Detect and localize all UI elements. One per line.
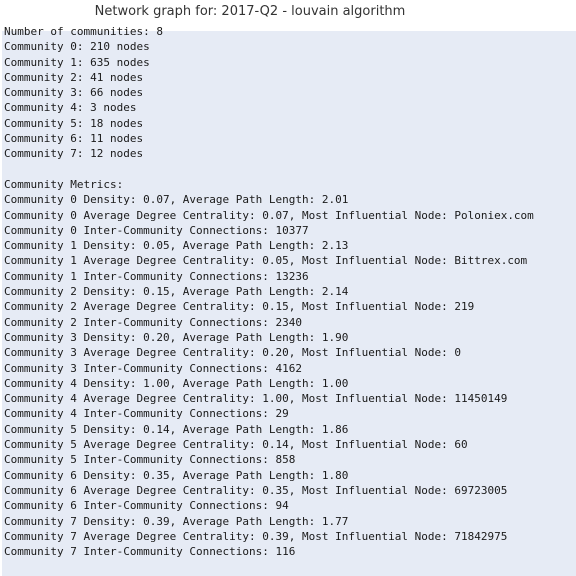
output-line: Community 4 Density: 1.00, Average Path … <box>4 376 349 390</box>
output-line: Community 7 Inter-Community Connections:… <box>4 545 296 559</box>
output-line: Community 5: 18 nodes <box>4 116 144 130</box>
output-line: Number of communities: 8 <box>4 25 163 38</box>
output-line: Community 6: 11 nodes <box>4 132 144 146</box>
output-line: Community 3 Density: 0.20, Average Path … <box>4 330 349 344</box>
output-line: Community 1 Inter-Community Connections:… <box>4 269 309 283</box>
output-line: Community 2 Average Degree Centrality: 0… <box>4 300 475 314</box>
output-line: Community 6 Average Degree Centrality: 0… <box>4 483 508 497</box>
output-line: Community 4: 3 nodes <box>4 101 137 115</box>
output-line: Community 1 Average Degree Centrality: 0… <box>4 254 528 268</box>
output-line: Community 7 Density: 0.39, Average Path … <box>4 514 349 528</box>
graph-title: Network graph for: 2017-Q2 - louvain alg… <box>94 4 406 19</box>
output-line: Community 2: 41 nodes <box>4 70 144 84</box>
output-line: Community 5 Density: 0.14, Average Path … <box>4 422 349 436</box>
output-line: Community 1: 635 nodes <box>4 55 150 69</box>
output-line: Community 2 Inter-Community Connections:… <box>4 315 303 329</box>
output-line: Community 0: 210 nodes <box>4 40 150 54</box>
output-line: Community 0 Density: 0.07, Average Path … <box>4 193 349 207</box>
output-line: Community 1 Density: 0.05, Average Path … <box>4 239 349 253</box>
output-line: Community 2 Density: 0.15, Average Path … <box>4 285 349 299</box>
notebook-cell-output: Network graph for: 2017-Q2 - louvain alg… <box>0 0 576 576</box>
output-line: Community 4 Average Degree Centrality: 1… <box>4 392 508 406</box>
output-line: Community 5 Inter-Community Connections:… <box>4 453 296 467</box>
output-line: Community 6 Density: 0.35, Average Path … <box>4 468 349 482</box>
output-line: Community 4 Inter-Community Connections:… <box>4 407 289 421</box>
output-line: Community 6 Inter-Community Connections:… <box>4 499 289 513</box>
output-line <box>4 162 534 177</box>
output-line: Community 3 Inter-Community Connections:… <box>4 361 303 375</box>
output-line: Community 0 Inter-Community Connections:… <box>4 223 309 237</box>
output-line: Community 3 Average Degree Centrality: 0… <box>4 346 461 360</box>
output-line: Community 7 Average Degree Centrality: 0… <box>4 529 508 543</box>
output-line: Community 3: 66 nodes <box>4 86 144 100</box>
output-line: Community Metrics: <box>4 177 124 191</box>
output-line: Community 0 Average Degree Centrality: 0… <box>4 208 534 222</box>
output-line: Community 5 Average Degree Centrality: 0… <box>4 438 468 452</box>
output-line: Community 7: 12 nodes <box>4 147 144 161</box>
output-lines: Number of communities: 8 Community 0: 210… <box>4 24 534 559</box>
